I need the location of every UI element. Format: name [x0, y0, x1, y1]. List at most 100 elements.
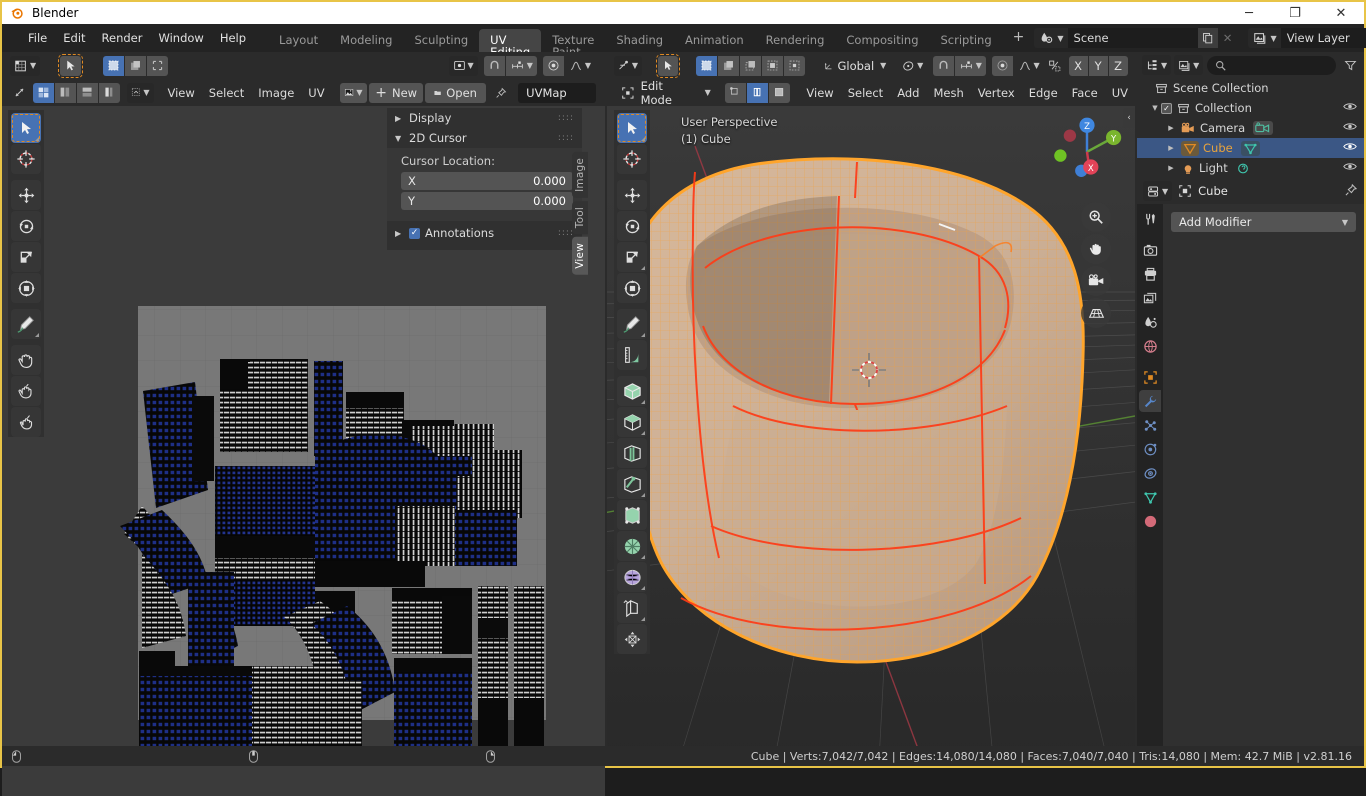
viewport-sidebar-toggle[interactable]: ‹: [1123, 108, 1135, 128]
viewport-editor-type-dropdown[interactable]: ▼: [614, 56, 643, 76]
uv-tool-cursor[interactable]: [11, 144, 41, 174]
scene-name-field[interactable]: Scene: [1068, 28, 1198, 48]
properties-tab-material[interactable]: [1139, 510, 1161, 532]
properties-tab-modifier[interactable]: [1139, 390, 1161, 412]
outliner-display-mode-dropdown[interactable]: ▼: [1174, 55, 1203, 75]
uv-menu-uv[interactable]: UV: [301, 83, 331, 103]
workspace-tab-scripting[interactable]: Scripting: [930, 29, 1003, 52]
camera-view-gizmo[interactable]: [1081, 266, 1111, 296]
viewport-tweak-tool-button[interactable]: [658, 56, 678, 76]
add-modifier-button[interactable]: Add Modifier ▼: [1171, 212, 1356, 232]
viewport-menu-mesh[interactable]: Mesh: [926, 83, 970, 103]
uv-tool-pinch[interactable]: [11, 407, 41, 437]
workspace-tab-compositing[interactable]: Compositing: [835, 29, 929, 52]
uv-select-edge-button[interactable]: [125, 56, 146, 76]
orthographic-toggle-gizmo[interactable]: [1081, 298, 1111, 328]
uv-tweak-tool-button[interactable]: [60, 56, 81, 76]
uv-tool-grab[interactable]: [11, 345, 41, 375]
menu-window[interactable]: Window: [150, 28, 211, 48]
interaction-mode-dropdown[interactable]: Edit Mode ▼: [615, 83, 717, 103]
viewport-menu-edge[interactable]: Edge: [1022, 83, 1065, 103]
properties-tab-data[interactable]: [1139, 486, 1161, 508]
visibility-eye-icon[interactable]: [1343, 141, 1357, 155]
visibility-eye-icon[interactable]: [1343, 121, 1357, 135]
open-image-button[interactable]: Open: [425, 83, 486, 103]
vp-tool-cursor[interactable]: [617, 144, 647, 174]
uv-side-tab-tool[interactable]: Tool: [572, 201, 588, 234]
uv-tool-annotate[interactable]: [11, 309, 41, 339]
uv-select-vertex-mode[interactable]: [33, 83, 54, 103]
viewport-menu-add[interactable]: Add: [890, 83, 926, 103]
collection-checkbox[interactable]: ✓: [1161, 103, 1172, 114]
vp-tool-measure[interactable]: [617, 340, 647, 370]
workspace-tab-animation[interactable]: Animation: [674, 29, 755, 52]
uv-select-face-mode[interactable]: [77, 83, 98, 103]
uv-editor-type-dropdown[interactable]: ▼: [10, 56, 40, 76]
cursor-x-field[interactable]: X 0.000: [401, 172, 573, 190]
proportional-falloff-dropdown[interactable]: ▼: [565, 56, 595, 76]
cursor-panel-header[interactable]: ▼ 2D Cursor ::::: [387, 128, 582, 148]
vp-tool-tweak[interactable]: [617, 113, 647, 143]
viewport-menu-view[interactable]: View: [799, 83, 840, 103]
proportional-editing-button[interactable]: [543, 56, 564, 76]
cursor-y-field[interactable]: Y 0.000: [401, 192, 573, 210]
uv-menu-select[interactable]: Select: [202, 83, 251, 103]
uv-editor-type-button[interactable]: [9, 83, 30, 103]
vp-tool-add-cube[interactable]: [617, 376, 647, 406]
uv-tool-transform[interactable]: [11, 273, 41, 303]
properties-tab-constraints[interactable]: [1139, 462, 1161, 484]
menu-edit[interactable]: Edit: [55, 28, 93, 48]
pin-id-button[interactable]: [1344, 183, 1358, 200]
proportional-editing-button[interactable]: [992, 56, 1013, 76]
mesh-select-face-button[interactable]: [769, 83, 790, 103]
workspace-tab-layout[interactable]: Layout: [268, 29, 329, 52]
snap-target-dropdown[interactable]: ▼: [955, 56, 986, 76]
snap-magnet-button[interactable]: [933, 56, 954, 76]
properties-tab-tool[interactable]: [1139, 208, 1161, 230]
pivot-point-dropdown[interactable]: ▼: [898, 56, 927, 76]
mirror-y-button[interactable]: Y: [1089, 56, 1108, 76]
workspace-tab-shading[interactable]: Shading: [605, 29, 674, 52]
uv-tool-scale[interactable]: [11, 242, 41, 272]
menu-help[interactable]: Help: [212, 28, 254, 48]
annotations-checkbox[interactable]: ✓: [409, 228, 420, 239]
vp-tool-scale[interactable]: [617, 242, 647, 272]
snap-target-dropdown[interactable]: ▼: [506, 56, 537, 76]
properties-tab-particles[interactable]: [1139, 414, 1161, 436]
display-panel-header[interactable]: ▶ Display ::::: [387, 108, 582, 128]
vp-tool-spin[interactable]: [617, 593, 647, 623]
maximize-button[interactable]: ❐: [1272, 2, 1318, 24]
workspace-tab-modeling[interactable]: Modeling: [329, 29, 403, 52]
mesh-data-icon[interactable]: [1241, 141, 1260, 156]
outliner-row-cube[interactable]: ▶ Cube: [1137, 138, 1364, 158]
viewport-menu-select[interactable]: Select: [841, 83, 890, 103]
new-scene-button[interactable]: [1198, 28, 1218, 48]
uv-side-tab-view[interactable]: View: [572, 237, 588, 275]
uv-side-tab-image[interactable]: Image: [572, 152, 588, 198]
visibility-eye-icon[interactable]: [1343, 101, 1357, 115]
workspace-tab-rendering[interactable]: Rendering: [755, 29, 836, 52]
viewport-menu-face[interactable]: Face: [1065, 83, 1105, 103]
vp-tool-poly-build[interactable]: [617, 562, 647, 592]
uv-tool-relax[interactable]: [11, 376, 41, 406]
outliner-row-collection[interactable]: ▼ ✓ Collection: [1137, 98, 1364, 118]
uv-select-edge-mode[interactable]: [55, 83, 76, 103]
disclosure-triangle-icon[interactable]: ▼: [1149, 104, 1161, 112]
select-subtract-button[interactable]: [740, 56, 761, 76]
properties-tab-physics[interactable]: [1139, 438, 1161, 460]
properties-editor-type-dropdown[interactable]: ▼: [1143, 181, 1172, 201]
uv-tool-move[interactable]: [11, 180, 41, 210]
workspace-tab-texture-paint[interactable]: Texture Paint: [541, 29, 605, 52]
viewlayer-browse-dropdown[interactable]: ▼: [1248, 28, 1281, 48]
menu-render[interactable]: Render: [94, 28, 151, 48]
uv-menu-view[interactable]: View: [160, 83, 201, 103]
menu-file[interactable]: File: [20, 28, 55, 48]
select-intersect-button[interactable]: [784, 56, 805, 76]
viewlayer-name-field[interactable]: View Layer: [1281, 28, 1366, 48]
viewport-menu-vertex[interactable]: Vertex: [971, 83, 1022, 103]
snap-magnet-button[interactable]: [484, 56, 505, 76]
vp-tool-inset[interactable]: [617, 438, 647, 468]
vp-tool-knife[interactable]: [617, 531, 647, 561]
properties-tab-output[interactable]: [1139, 263, 1161, 285]
uv-select-vertex-button[interactable]: [103, 56, 124, 76]
